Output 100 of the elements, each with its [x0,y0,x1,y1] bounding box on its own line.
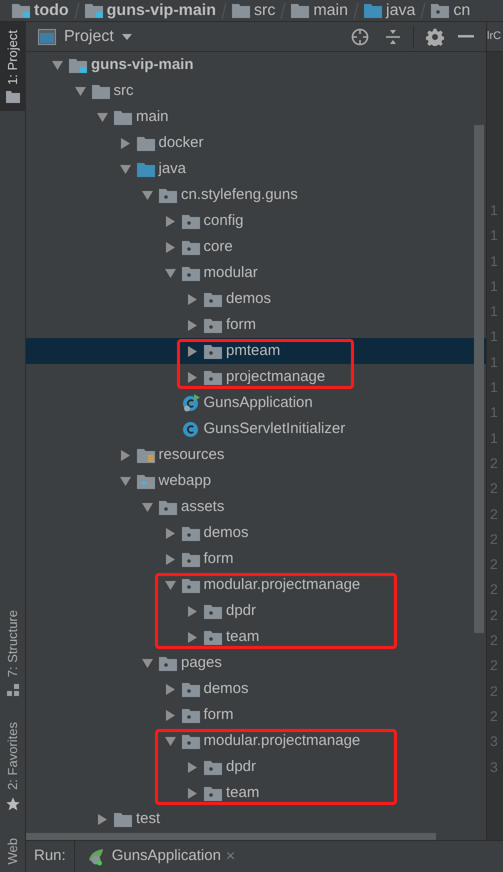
tree-item[interactable]: src [26,78,486,104]
dropdown-caret-icon[interactable] [122,34,132,40]
expand-arrow-icon[interactable] [97,814,108,824]
breadcrumb-separator-icon [72,2,81,20]
package-icon [204,292,222,306]
tree-item[interactable]: modular.projectmanage [26,572,486,598]
collapse-arrow-icon[interactable] [164,736,176,746]
tree-item-label: assets [181,496,224,517]
collapse-arrow-icon[interactable] [164,580,176,590]
vertical-scrollbar[interactable] [474,125,484,633]
folder-icon [114,812,132,826]
tree-item[interactable]: GunsServletInitializer [26,416,486,442]
expand-arrow-icon[interactable] [164,528,176,538]
package-icon [204,370,222,384]
folder-icon [232,3,250,18]
minimize-icon[interactable] [458,34,474,38]
expand-arrow-icon[interactable] [187,346,198,356]
tree-item[interactable]: java [26,156,486,182]
breadcrumb-item[interactable]: guns-vip-main [84,0,216,21]
expand-arrow-icon[interactable] [187,788,198,798]
expand-arrow-icon[interactable] [187,294,198,304]
breadcrumb-item[interactable]: src [232,0,276,21]
tool-window-tab[interactable]: 1: Project [0,22,26,111]
tree-item[interactable]: docker [26,130,486,156]
settings-icon[interactable] [426,28,444,46]
tree-item[interactable]: modular.projectmanage [26,728,486,754]
expand-arrow-icon[interactable] [164,554,176,564]
folder-icon [136,162,154,176]
expand-arrow-icon[interactable] [187,320,198,330]
star-icon [5,796,21,812]
tree-item-label: guns-vip-main [91,54,194,75]
collapse-arrow-icon[interactable] [120,164,130,174]
tree-item[interactable]: projectmanage [26,364,486,390]
tree-item[interactable]: demos [26,520,486,546]
tree-item[interactable]: pages [26,650,486,676]
tree-item[interactable]: form [26,312,486,338]
collapse-arrow-icon[interactable] [142,658,153,668]
panel-title[interactable]: Project [64,24,114,48]
tree-item[interactable]: demos [26,286,486,312]
package-icon [204,786,222,800]
tree-item[interactable]: cn.stylefeng.guns [26,182,486,208]
tree-item-label: java [158,158,186,179]
breadcrumb-item[interactable]: cn [431,0,470,21]
tree-item[interactable]: pmteam [26,338,486,364]
tree-item[interactable]: webapp [26,468,486,494]
expand-arrow-icon[interactable] [164,684,176,694]
resources-folder-icon [136,448,154,462]
collapse-arrow-icon[interactable] [52,60,63,70]
tree-item[interactable]: core [26,234,486,260]
expand-arrow-icon[interactable] [187,606,198,616]
collapse-arrow-icon[interactable] [120,476,130,486]
breadcrumb-item[interactable]: java [364,0,416,21]
collapse-arrow-icon[interactable] [142,190,153,200]
tree-item-label: form [226,314,256,335]
expand-arrow-icon[interactable] [120,450,130,460]
tree-item[interactable]: GunsApplication [26,390,486,416]
tree-item-label: test [136,808,160,829]
tree-item[interactable]: modular [26,260,486,286]
tool-window-tab[interactable]: 2: Favorites [0,714,26,820]
tree-item[interactable]: demos [26,676,486,702]
tree-item[interactable]: resources [26,442,486,468]
collapse-all-icon[interactable] [385,28,401,44]
tree-item[interactable]: dpdr [26,754,486,780]
breadcrumb-item[interactable]: todo [12,0,69,21]
tree-item[interactable]: team [26,780,486,806]
collapse-arrow-icon[interactable] [97,112,108,122]
locate-icon[interactable] [351,28,369,46]
tree-item-label: team [226,782,260,803]
tree-item-label: dpdr [226,756,256,777]
package-icon [182,708,200,722]
run-label: Run: [33,846,67,866]
tree-item-label: main [136,106,169,127]
tree-item[interactable]: config [26,208,486,234]
tool-window-tab[interactable]: 7: Structure [0,602,26,704]
collapse-arrow-icon[interactable] [74,86,86,96]
tree-item[interactable]: team [26,624,486,650]
tree-item[interactable]: test [26,806,486,832]
folder-icon [291,3,310,18]
expand-arrow-icon[interactable] [187,372,198,382]
package-icon [159,188,177,202]
tree-item[interactable]: form [26,546,486,572]
expand-arrow-icon[interactable] [120,138,130,148]
expand-arrow-icon[interactable] [164,242,176,252]
expand-arrow-icon[interactable] [187,762,198,772]
tool-window-tab[interactable]: Web [0,830,26,872]
tree-item-label: GunsServletInitializer [204,418,346,439]
tree-item[interactable]: form [26,702,486,728]
breadcrumb-separator-icon [279,2,288,20]
tree-item[interactable]: main [26,104,486,130]
expand-arrow-icon[interactable] [164,710,176,720]
tree-item[interactable]: guns-vip-main [26,52,486,78]
breadcrumb-item[interactable]: main [291,0,348,21]
expand-arrow-icon[interactable] [164,216,176,226]
expand-arrow-icon[interactable] [187,632,198,642]
horizontal-scrollbar[interactable] [26,832,436,840]
tree-item[interactable]: assets [26,494,486,520]
tree-item[interactable]: dpdr [26,598,486,624]
collapse-arrow-icon[interactable] [142,502,153,512]
breadcrumb-separator-icon [220,2,228,20]
collapse-arrow-icon[interactable] [164,268,176,278]
